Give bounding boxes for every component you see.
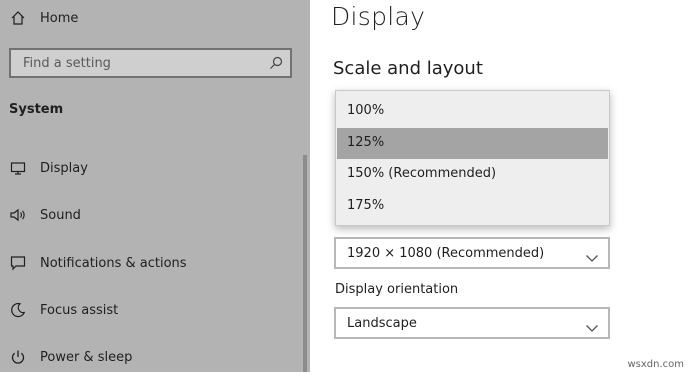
sidebar-item-notifications[interactable]: Notifications & actions <box>0 243 310 283</box>
search-icon[interactable] <box>268 55 284 71</box>
orientation-select[interactable]: Landscape <box>334 307 610 339</box>
sidebar-scrollbar[interactable] <box>303 155 307 372</box>
orientation-label: Display orientation <box>335 282 459 297</box>
option-label: 125% <box>347 135 385 150</box>
sidebar-item-power-sleep[interactable]: Power & sleep <box>0 337 310 377</box>
scale-option-125[interactable]: 125% <box>337 128 608 159</box>
sidebar-item-label: Notifications & actions <box>40 255 187 271</box>
option-label: 150% (Recommended) <box>347 166 497 181</box>
option-label: 175% <box>347 198 385 213</box>
sidebar-item-label: Power & sleep <box>40 349 133 365</box>
section-title: System <box>9 102 64 117</box>
sidebar-item-home[interactable]: Home <box>0 0 310 38</box>
chevron-down-icon <box>585 248 599 262</box>
power-icon <box>9 348 27 366</box>
scale-dropdown-list: 100% 125% 150% (Recommended) 175% <box>335 90 610 226</box>
resolution-value: 1920 × 1080 (Recommended) <box>347 246 545 261</box>
section-heading: Scale and layout <box>333 58 483 79</box>
sidebar-item-label: Display <box>40 160 88 176</box>
scale-option-100[interactable]: 100% <box>337 96 608 127</box>
chevron-down-icon <box>585 318 599 332</box>
search-input[interactable] <box>11 50 263 76</box>
sidebar-item-focus-assist[interactable]: Focus assist <box>0 290 310 330</box>
option-label: 100% <box>347 103 385 118</box>
notification-icon <box>9 254 27 272</box>
sidebar-item-sound[interactable]: Sound <box>0 195 310 235</box>
sidebar-item-label: Focus assist <box>40 302 119 318</box>
scale-option-175[interactable]: 175% <box>337 191 608 222</box>
sidebar-item-display[interactable]: Display <box>0 148 310 188</box>
home-label: Home <box>40 10 79 26</box>
sidebar: Home System Display Sound Notifications … <box>0 0 310 372</box>
resolution-select[interactable]: 1920 × 1080 (Recommended) <box>334 237 610 269</box>
home-icon <box>9 9 27 27</box>
speaker-icon <box>9 206 27 224</box>
search-box[interactable] <box>9 48 292 78</box>
watermark: wsxdn.com <box>627 359 684 370</box>
scale-option-150[interactable]: 150% (Recommended) <box>337 159 608 190</box>
sidebar-item-label: Sound <box>40 207 81 223</box>
page-title: Display <box>331 2 426 31</box>
monitor-icon <box>9 159 27 177</box>
orientation-value: Landscape <box>347 316 417 331</box>
moon-icon <box>9 301 27 319</box>
